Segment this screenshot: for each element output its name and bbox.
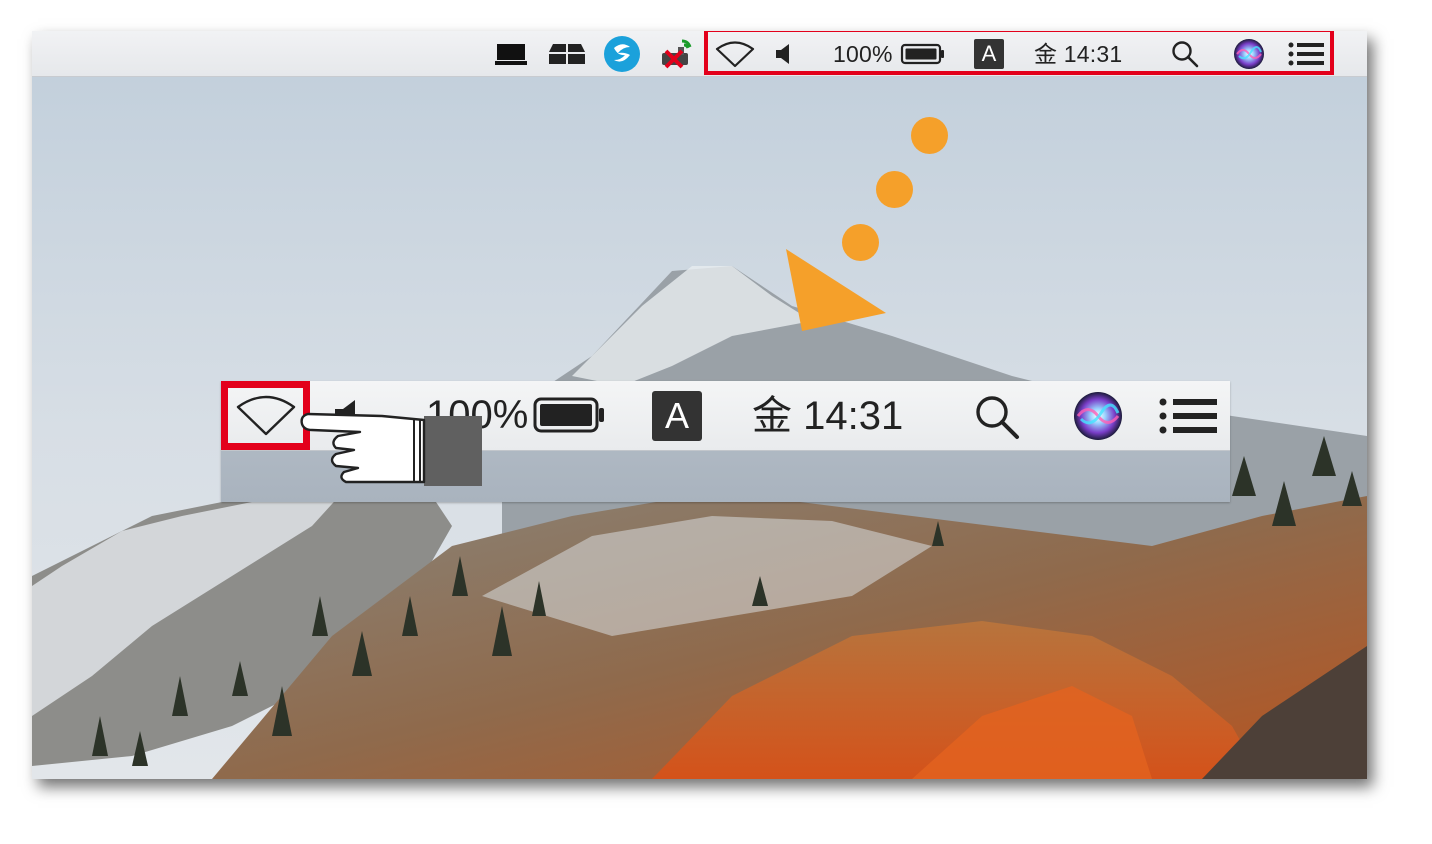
seagate-icon[interactable]: [602, 36, 642, 72]
zoomed-input-source-label: A: [652, 391, 702, 441]
stack-drive-icon[interactable]: [547, 39, 587, 69]
zoomed-battery-icon[interactable]: [533, 395, 607, 435]
zoomed-notification-center-icon[interactable]: [1157, 397, 1219, 435]
arrow-dot-1: [911, 117, 948, 154]
zoomed-siri-icon[interactable]: [1072, 390, 1124, 442]
zoomed-spotlight-search-icon[interactable]: [973, 393, 1021, 441]
pointing-hand-icon: [300, 412, 482, 486]
arrow-dot-2: [876, 171, 913, 208]
wireless-device-error-icon[interactable]: [657, 39, 697, 69]
laptop-display-icon[interactable]: [494, 39, 528, 69]
status-area-highlight: [704, 31, 1334, 75]
zoomed-clock[interactable]: 金 14:31: [752, 391, 903, 441]
menu-bar: 100% A 金 14:31: [32, 31, 1367, 77]
zoomed-input-source-icon[interactable]: A: [651, 390, 703, 442]
arrow-head: [786, 249, 886, 331]
